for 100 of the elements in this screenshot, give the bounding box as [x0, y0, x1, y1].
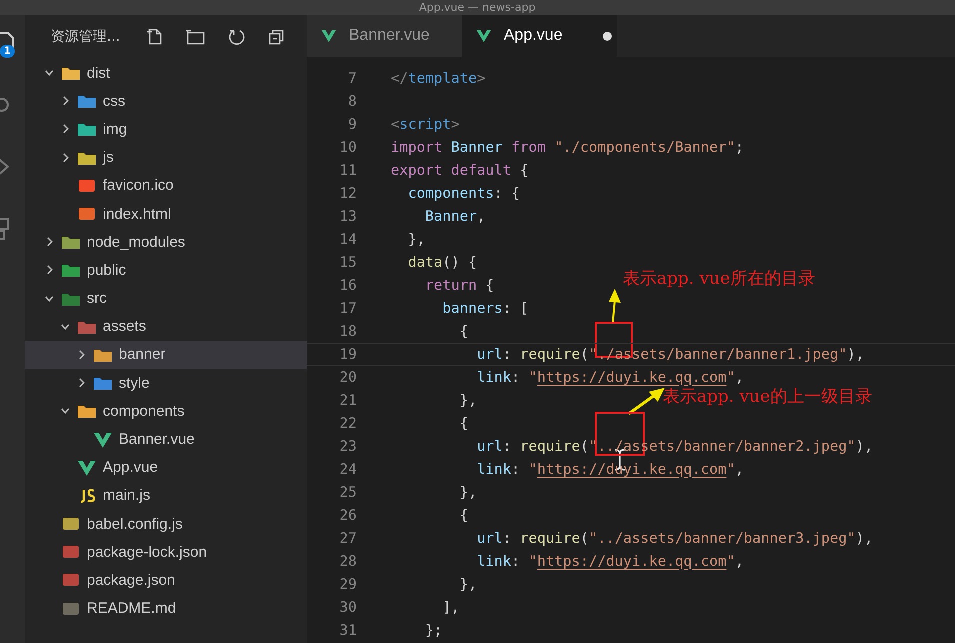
file-name: main.js	[103, 487, 151, 504]
code-line: <script>	[391, 116, 460, 132]
file-name: node_modules	[87, 234, 186, 251]
tree-item[interactable]: js	[25, 144, 307, 172]
code-line: ],	[442, 600, 460, 616]
line-number: 20	[338, 370, 357, 386]
file-name: css	[103, 92, 126, 110]
line-number: 30	[338, 600, 357, 616]
code-line: {	[458, 508, 468, 524]
refresh-icon[interactable]	[228, 28, 246, 46]
line-number: 31	[338, 622, 357, 638]
tree-item[interactable]: img	[25, 115, 307, 144]
window-title: App.vue — news-app	[419, 1, 536, 15]
file-name: dist	[87, 64, 110, 82]
code-line: link: "https://duyi.ke.qq.com",	[476, 554, 744, 570]
new-folder-icon[interactable]	[186, 28, 206, 46]
code-line: link: "https://duyi.ke.qq.com",	[476, 462, 744, 478]
line-number: 10	[338, 140, 357, 156]
line-number: 7	[347, 70, 357, 86]
arrow-icon	[608, 289, 622, 323]
tree-item[interactable]: README.md	[25, 594, 307, 623]
code-line: banners: [	[442, 300, 529, 316]
code-line: },	[407, 232, 426, 248]
code-line: url: require("../assets/banner/banner3.jpeg"),	[476, 530, 874, 546]
line-number: 28	[338, 554, 357, 570]
line-number: 14	[338, 232, 357, 248]
code-line: export default {	[391, 162, 529, 178]
editor-tab[interactable]: App.vue	[462, 15, 617, 57]
tree-item[interactable]: favicon.ico	[25, 172, 307, 200]
tree-item[interactable]: public	[25, 256, 307, 284]
new-file-icon[interactable]	[146, 28, 164, 46]
notification-badge: 1	[0, 45, 15, 58]
line-number: 26	[338, 508, 357, 524]
code-line: data() {	[407, 254, 478, 270]
tree-item[interactable]: node_modules	[25, 228, 307, 256]
file-name: components	[103, 402, 185, 420]
line-number: 11	[338, 162, 357, 178]
line-number: 15	[338, 254, 357, 270]
file-name: assets	[103, 318, 146, 336]
tree-item[interactable]: App.vue	[25, 454, 307, 482]
tree-item[interactable]: main.js	[25, 482, 307, 510]
tree-item[interactable]: css	[25, 87, 307, 116]
line-number: 23	[338, 438, 357, 454]
line-number: 21	[338, 392, 357, 408]
line-number: 22	[338, 416, 357, 432]
file-name: README.md	[87, 600, 176, 618]
tree-item[interactable]: package.json	[25, 566, 307, 595]
tree-item[interactable]: banner	[25, 340, 307, 370]
code-line: import Banner from "./components/Banner";	[391, 140, 744, 156]
file-name: package.json	[87, 572, 176, 589]
tree-item[interactable]: assets	[25, 312, 307, 341]
file-name: Banner.vue	[119, 431, 195, 448]
annotation-label: 表示app. vue所在的目录	[623, 268, 816, 290]
file-name: src	[87, 290, 107, 308]
code-line: return {	[424, 278, 494, 294]
code-line: },	[458, 576, 478, 592]
line-number: 8	[347, 94, 357, 110]
code-line: {	[458, 416, 468, 432]
code-line: components: {	[407, 186, 520, 202]
file-name: App.vue	[103, 459, 158, 476]
file-name: package-lock.json	[87, 544, 208, 561]
line-number: 13	[338, 208, 357, 224]
file-name: favicon.ico	[103, 177, 174, 194]
code-line: Banner,	[424, 208, 486, 224]
editor-tab[interactable]: Banner.vue	[307, 15, 462, 57]
file-name: img	[103, 120, 128, 138]
line-number: 24	[338, 462, 357, 478]
file-name: style	[119, 374, 150, 392]
line-number: 18	[338, 324, 357, 340]
tree-item[interactable]: style	[25, 369, 307, 398]
line-number: 12	[338, 186, 357, 202]
line-number: 27	[338, 530, 357, 546]
line-number: 19	[338, 346, 357, 362]
code-line: link: "https://duyi.ke.qq.com",	[476, 370, 744, 386]
file-name: index.html	[103, 206, 172, 223]
tree-item[interactable]: src	[25, 284, 307, 313]
code-line: };	[424, 622, 443, 638]
line-number: 17	[338, 300, 357, 316]
line-number: 16	[338, 278, 357, 294]
unsaved-dot-icon[interactable]	[602, 32, 612, 40]
collapse-all-icon[interactable]	[268, 28, 286, 46]
tree-item[interactable]: Banner.vue	[25, 425, 307, 454]
file-name: babel.config.js	[87, 516, 183, 533]
vue-file-icon	[476, 29, 492, 43]
code-line: {	[458, 324, 468, 340]
tree-item[interactable]: components	[25, 397, 307, 426]
vue-file-icon	[321, 29, 337, 43]
code-line: },	[458, 392, 478, 408]
file-name: banner	[119, 346, 166, 364]
explorer-title: 资源管理...	[51, 28, 120, 46]
code-line: </template>	[391, 70, 486, 86]
file-name: public	[87, 262, 126, 279]
tree-item[interactable]: babel.config.js	[25, 510, 307, 538]
code-line: },	[458, 484, 478, 500]
tree-item[interactable]: dist	[25, 59, 307, 88]
tree-item[interactable]: index.html	[25, 200, 307, 228]
line-number: 9	[347, 116, 357, 132]
file-name: js	[103, 149, 114, 166]
tree-item[interactable]: package-lock.json	[25, 538, 307, 566]
line-number: 29	[338, 576, 357, 592]
